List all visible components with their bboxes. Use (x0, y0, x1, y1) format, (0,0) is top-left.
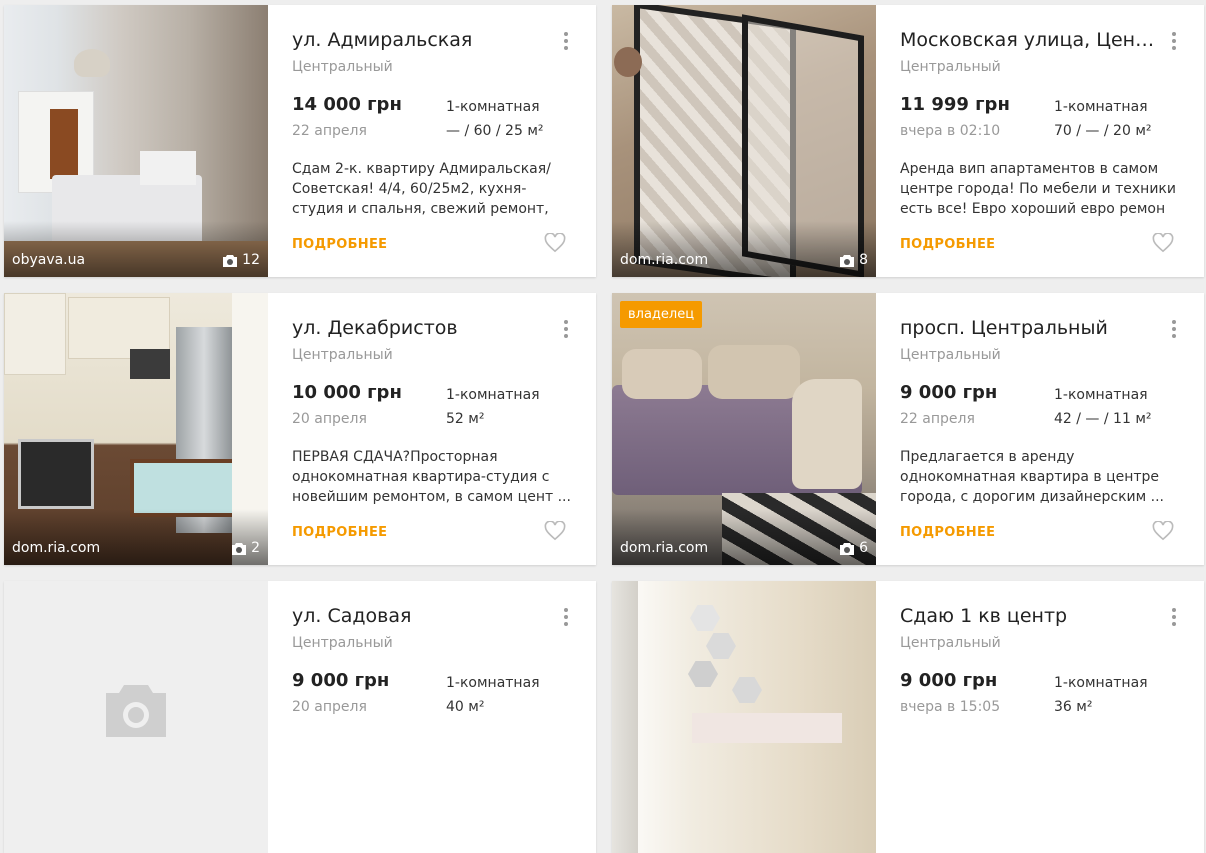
listing-rooms: 1-комнатная (446, 387, 540, 403)
listing-price: 9 000 грн (900, 382, 998, 403)
listing-title[interactable]: ул. Декабристов (292, 317, 552, 339)
listing-price: 9 000 грн (900, 670, 998, 691)
camera-icon (232, 542, 247, 555)
listing-date: 20 апреля (292, 411, 367, 427)
listing-photo[interactable]: dom.ria.com 8 (612, 5, 876, 277)
listing-area: 42 / — / 11 м² (1054, 411, 1152, 427)
vertical-dots-icon[interactable] (1170, 319, 1178, 339)
vertical-dots-icon[interactable] (562, 31, 570, 51)
camera-placeholder-icon (106, 685, 166, 737)
listing-district: Центральный (292, 347, 393, 363)
listing-date: вчера в 02:10 (900, 123, 1001, 139)
photo-count: 12 (222, 252, 260, 268)
listing-card[interactable]: ул. Садовая Центральный 9 000 грн 20 апр… (4, 581, 596, 853)
listing-photo[interactable]: obyava.ua 12 (4, 5, 268, 277)
listing-card[interactable]: obyava.ua 12 ул. Адмиральская Центральны… (4, 5, 596, 277)
photo-count-value: 2 (251, 540, 260, 556)
listing-date: 22 апреля (900, 411, 975, 427)
photo-count-value: 12 (242, 252, 260, 268)
listing-source: dom.ria.com (620, 252, 709, 268)
listing-district: Центральный (292, 635, 393, 651)
owner-badge: владелец (620, 301, 703, 328)
listing-area: — / 60 / 25 м² (446, 123, 544, 139)
photo-count: 8 (839, 252, 868, 268)
camera-icon (840, 254, 855, 267)
listing-district: Центральный (900, 347, 1001, 363)
listing-date: 22 апреля (292, 123, 367, 139)
listing-title[interactable]: Московская улица, Цент... (900, 29, 1160, 51)
vertical-dots-icon[interactable] (1170, 607, 1178, 627)
photo-count-value: 8 (859, 252, 868, 268)
details-link[interactable]: ПОДРОБНЕЕ (292, 525, 387, 540)
listing-area: 40 м² (446, 699, 485, 715)
heart-outline-icon[interactable] (1152, 521, 1174, 541)
details-link[interactable]: ПОДРОБНЕЕ (900, 525, 995, 540)
camera-icon (840, 542, 855, 555)
listing-photo-placeholder[interactable] (4, 581, 268, 853)
listing-rooms: 1-комнатная (1054, 387, 1148, 403)
vertical-dots-icon[interactable] (562, 607, 570, 627)
listing-description: ПЕРВАЯ СДАЧА?Просторная однокомнатная кв… (292, 449, 571, 505)
listing-title[interactable]: ул. Адмиральская (292, 29, 552, 51)
camera-icon (223, 254, 238, 267)
heart-outline-icon[interactable] (544, 521, 566, 541)
listing-price: 14 000 грн (292, 94, 402, 115)
listing-title[interactable]: ул. Садовая (292, 605, 552, 627)
listing-photo[interactable]: dom.ria.com 2 (4, 293, 268, 565)
listing-price: 10 000 грн (292, 382, 402, 403)
listing-card[interactable]: dom.ria.com 8 Московская улица, Цент... … (612, 5, 1204, 277)
heart-outline-icon[interactable] (544, 233, 566, 253)
listing-date: 20 апреля (292, 699, 367, 715)
details-link[interactable]: ПОДРОБНЕЕ (900, 237, 995, 252)
photo-count: 2 (231, 540, 260, 556)
heart-outline-icon[interactable] (1152, 233, 1174, 253)
listing-card[interactable]: dom.ria.com 2 ул. Декабристов Центральны… (4, 293, 596, 565)
listing-description: Предлагается в аренду однокомнатная квар… (900, 449, 1165, 505)
photo-count: 6 (839, 540, 868, 556)
listing-district: Центральный (900, 59, 1001, 75)
listing-price: 11 999 грн (900, 94, 1010, 115)
listing-title[interactable]: просп. Центральный (900, 317, 1160, 339)
listing-card[interactable]: владелец dom.ria.com 6 просп. Центральны… (612, 293, 1204, 565)
listing-source: dom.ria.com (12, 540, 101, 556)
listing-area: 36 м² (1054, 699, 1093, 715)
vertical-dots-icon[interactable] (562, 319, 570, 339)
listing-area: 52 м² (446, 411, 485, 427)
listing-rooms: 1-комнатная (1054, 675, 1148, 691)
listing-source: dom.ria.com (620, 540, 709, 556)
vertical-dots-icon[interactable] (1170, 31, 1178, 51)
listing-photo[interactable] (612, 581, 876, 853)
listing-source: obyava.ua (12, 252, 86, 268)
listing-district: Центральный (292, 59, 393, 75)
listing-rooms: 1-комнатная (446, 675, 540, 691)
listing-title[interactable]: Сдаю 1 кв центр (900, 605, 1160, 627)
listing-district: Центральный (900, 635, 1001, 651)
listing-card[interactable]: Сдаю 1 кв центр Центральный 9 000 грн вч… (612, 581, 1204, 853)
details-link[interactable]: ПОДРОБНЕЕ (292, 237, 387, 252)
listing-description: Сдам 2-к. квартиру Адмиральская/ Советск… (292, 161, 551, 217)
listing-rooms: 1-комнатная (1054, 99, 1148, 115)
photo-count-value: 6 (859, 540, 868, 556)
listing-area: 70 / — / 20 м² (1054, 123, 1152, 139)
listing-rooms: 1-комнатная (446, 99, 540, 115)
listing-description: Аренда вип апартаментов в самом центре г… (900, 161, 1176, 217)
listing-photo[interactable]: владелец dom.ria.com 6 (612, 293, 876, 565)
listing-price: 9 000 грн (292, 670, 390, 691)
listing-date: вчера в 15:05 (900, 699, 1001, 715)
